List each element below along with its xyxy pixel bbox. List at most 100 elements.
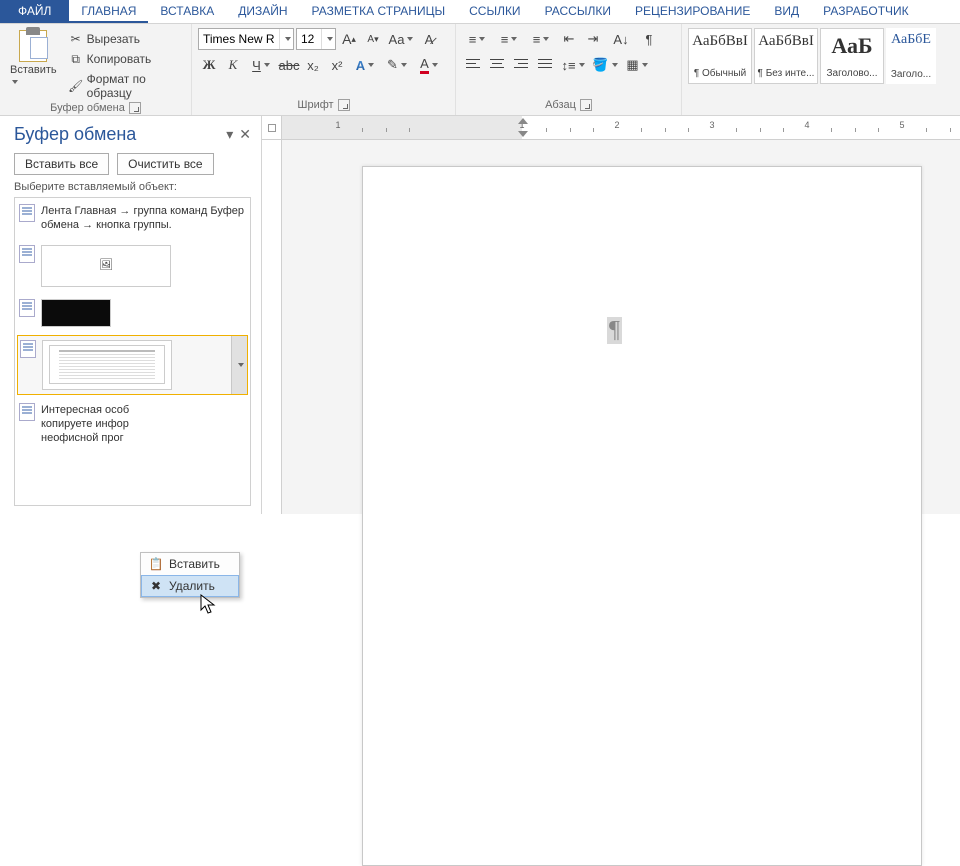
style-normal[interactable]: АаБбВвI ¶ Обычный — [688, 28, 752, 84]
pane-hint: Выберите вставляемый объект: — [14, 181, 251, 193]
item-dropdown-button[interactable] — [231, 336, 247, 394]
font-color-icon: A — [420, 56, 429, 74]
font-name-combo[interactable] — [198, 28, 294, 50]
vertical-ruler[interactable] — [262, 140, 282, 514]
numbering-button[interactable]: ≡ — [494, 28, 524, 50]
pane-options-button[interactable]: ▾ — [226, 126, 233, 143]
word-doc-icon — [19, 204, 35, 222]
document-page[interactable]: ¶ — [362, 166, 922, 866]
ctx-paste[interactable]: 📋 Вставить — [141, 553, 239, 575]
multilevel-list-button[interactable]: ≡ — [526, 28, 556, 50]
highlight-color-button[interactable]: ✎ — [382, 54, 412, 76]
borders-button[interactable]: ▦ — [622, 54, 652, 76]
paste-all-button[interactable]: Вставить все — [14, 153, 109, 175]
justify-button[interactable] — [534, 54, 556, 76]
chevron-down-icon — [285, 37, 291, 41]
dialog-launcher-paragraph[interactable] — [580, 99, 592, 111]
bullets-button[interactable]: ≡ — [462, 28, 492, 50]
list-item[interactable]: Интересная особ копируете инфоp неофисно… — [17, 399, 248, 450]
group-label-clipboard: Буфер обмена — [50, 102, 125, 114]
increase-indent-button[interactable]: ⇥ — [582, 28, 604, 50]
sort-icon: A↓ — [613, 32, 628, 47]
text-effects-button[interactable]: A — [350, 54, 380, 76]
paste-label: Вставить — [10, 64, 57, 76]
document-area: 1123456 ¶ — [262, 116, 960, 514]
group-styles: АаБбВвI ¶ Обычный АаБбВвI ¶ Без инте... … — [682, 24, 960, 115]
cut-label: Вырезать — [87, 32, 140, 46]
show-marks-button[interactable]: ¶ — [638, 28, 660, 50]
shrink-font-button[interactable]: A▾ — [362, 28, 384, 50]
tab-insert[interactable]: ВСТАВКА — [148, 0, 226, 23]
grow-font-button[interactable]: A▴ — [338, 28, 360, 50]
subscript-button[interactable]: x₂ — [302, 54, 324, 76]
align-center-button[interactable] — [486, 54, 508, 76]
list-item[interactable]: 🖼 — [17, 241, 248, 291]
pane-title: Буфер обмена — [14, 124, 136, 145]
tab-file[interactable]: ФАЙЛ — [0, 0, 69, 23]
paintbrush-icon: 🖌 — [69, 79, 83, 93]
highlighter-icon: ✎ — [387, 57, 398, 73]
pane-close-button[interactable]: ✕ — [239, 126, 251, 143]
dialog-launcher-font[interactable] — [338, 99, 350, 111]
italic-button[interactable]: К — [222, 54, 244, 76]
font-size-combo[interactable] — [296, 28, 336, 50]
clear-formatting-button[interactable]: A̷ — [418, 28, 440, 50]
word-doc-icon — [19, 245, 35, 263]
align-right-button[interactable] — [510, 54, 532, 76]
group-label-paragraph: Абзац — [545, 99, 576, 111]
dialog-launcher-clipboard[interactable] — [129, 102, 141, 114]
style-no-spacing[interactable]: АаБбВвI ¶ Без инте... — [754, 28, 818, 84]
clear-all-button[interactable]: Очистить все — [117, 153, 213, 175]
paste-button[interactable]: Вставить — [6, 28, 61, 90]
underline-button[interactable]: Ч — [246, 54, 276, 76]
tab-references[interactable]: ССЫЛКИ — [457, 0, 532, 23]
tab-home[interactable]: ГЛАВНАЯ — [69, 0, 148, 23]
shading-button[interactable]: 🪣 — [590, 54, 620, 76]
copy-label: Копировать — [87, 52, 152, 66]
tab-page-layout[interactable]: РАЗМЕТКА СТРАНИЦЫ — [300, 0, 458, 23]
tab-review[interactable]: РЕЦЕНЗИРОВАНИЕ — [623, 0, 762, 23]
scissors-icon: ✂ — [69, 32, 83, 46]
ctx-delete[interactable]: ✖ Удалить — [141, 575, 239, 597]
line-spacing-button[interactable]: ↕≡ — [558, 54, 588, 76]
align-left-button[interactable] — [462, 54, 484, 76]
font-size-input[interactable] — [297, 32, 321, 46]
tab-design[interactable]: ДИЗАЙН — [226, 0, 299, 23]
tab-developer[interactable]: РАЗРАБОТЧИК — [811, 0, 921, 23]
superscript-button[interactable]: x² — [326, 54, 348, 76]
ribbon: Вставить ✂ Вырезать ⧉ Копировать 🖌 Форма… — [0, 24, 960, 116]
list-item[interactable] — [17, 295, 248, 331]
bullets-icon: ≡ — [469, 32, 477, 47]
clip-text: Интересная особ копируете инфоp неофисно… — [41, 403, 246, 446]
font-name-input[interactable] — [199, 32, 279, 46]
group-paragraph: ≡ ≡ ≡ ⇤ ⇥ A↓ ¶ ↕≡ 🪣 ▦ Абзац — [456, 24, 682, 115]
style-heading-1[interactable]: АаБ Заголово... — [820, 28, 884, 84]
horizontal-ruler[interactable]: 1123456 — [262, 116, 960, 140]
font-color-button[interactable]: A — [414, 54, 444, 76]
decrease-indent-button[interactable]: ⇤ — [558, 28, 580, 50]
tab-view[interactable]: ВИД — [762, 0, 811, 23]
text-effects-icon: A — [356, 58, 365, 73]
change-case-button[interactable]: Aa — [386, 28, 416, 50]
word-doc-icon — [20, 340, 36, 358]
paragraph-mark: ¶ — [607, 317, 622, 344]
tab-mailings[interactable]: РАССЫЛКИ — [533, 0, 623, 23]
group-clipboard: Вставить ✂ Вырезать ⧉ Копировать 🖌 Форма… — [0, 24, 192, 115]
ruler-corner — [262, 116, 282, 139]
format-painter-button[interactable]: 🖌 Формат по образцу — [65, 70, 185, 102]
list-item[interactable]: Лента Главная → группа команд Буфер обме… — [17, 200, 248, 237]
line-spacing-icon: ↕≡ — [561, 58, 575, 73]
style-heading-2[interactable]: АаБбE Заголо... — [886, 28, 936, 84]
cut-button[interactable]: ✂ Вырезать — [65, 30, 185, 48]
cursor-icon — [200, 594, 218, 616]
strikethrough-button[interactable]: abc — [278, 54, 300, 76]
sort-button[interactable]: A↓ — [606, 28, 636, 50]
picture-icon: 🖼 — [99, 258, 113, 272]
copy-button[interactable]: ⧉ Копировать — [65, 50, 185, 68]
list-item[interactable] — [17, 335, 248, 395]
format-painter-label: Формат по образцу — [87, 72, 181, 100]
bold-button[interactable]: Ж — [198, 54, 220, 76]
word-doc-icon — [19, 403, 35, 421]
ribbon-tabs: ФАЙЛ ГЛАВНАЯ ВСТАВКА ДИЗАЙН РАЗМЕТКА СТР… — [0, 0, 960, 24]
word-doc-icon — [19, 299, 35, 317]
